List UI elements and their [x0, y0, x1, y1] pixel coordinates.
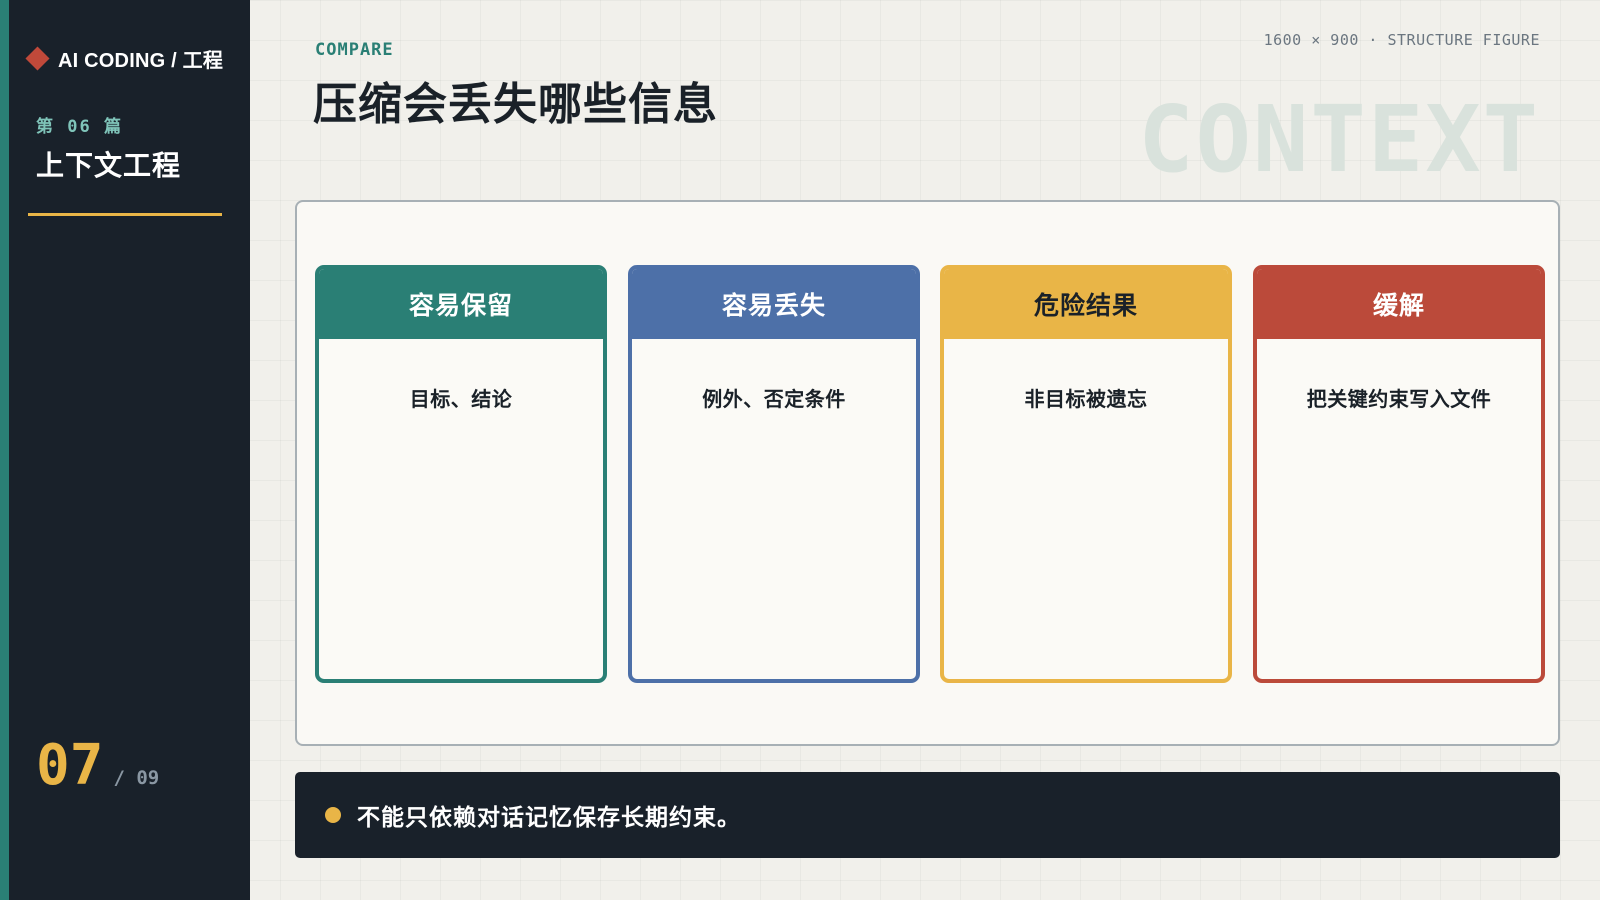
card-danger-result: 危险结果 非目标被遗忘 [940, 265, 1232, 683]
sidebar-accent-strip [0, 0, 9, 900]
card-body: 非目标被遗忘 [1024, 387, 1148, 411]
card-body: 例外、否定条件 [702, 387, 846, 411]
diamond-icon [25, 46, 50, 71]
card-title: 缓解 [1257, 269, 1541, 339]
comparison-panel: 容易保留 目标、结论 容易丢失 例外、否定条件 危险结果 非目标被遗忘 缓解 把… [295, 200, 1560, 746]
page-title: 压缩会丢失哪些信息 [313, 79, 718, 130]
sidebar-divider [28, 213, 222, 216]
episode-title: 上下文工程 [36, 149, 182, 182]
card-easy-keep: 容易保留 目标、结论 [315, 265, 607, 683]
page-total: / 09 [113, 767, 160, 789]
card-title: 容易保留 [319, 269, 603, 339]
card-title: 容易丢失 [632, 269, 916, 339]
page-counter: 07 / 09 [36, 738, 159, 794]
card-body: 目标、结论 [409, 387, 513, 411]
sidebar: AI CODING / 工程 第 06 篇 上下文工程 07 / 09 [0, 0, 250, 900]
brand: AI CODING / 工程 [25, 44, 224, 73]
card-easy-lose: 容易丢失 例外、否定条件 [628, 265, 920, 683]
card-title: 危险结果 [944, 269, 1228, 339]
card-body: 把关键约束写入文件 [1306, 387, 1492, 411]
takeaway-callout: 不能只依赖对话记忆保存长期约束。 [295, 772, 1560, 858]
callout-text: 不能只依赖对话记忆保存长期约束。 [357, 805, 741, 831]
card-mitigation: 缓解 把关键约束写入文件 [1253, 265, 1545, 683]
brand-text: AI CODING / 工程 [58, 50, 224, 72]
bullet-dot-icon [325, 807, 341, 823]
page-current: 07 [36, 733, 104, 798]
section-kicker: COMPARE [315, 40, 394, 60]
watermark-text: CONTEXT [1138, 86, 1540, 193]
dimension-label: 1600 × 900 · STRUCTURE FIGURE [1263, 31, 1540, 49]
episode-number: 第 06 篇 [36, 117, 123, 137]
